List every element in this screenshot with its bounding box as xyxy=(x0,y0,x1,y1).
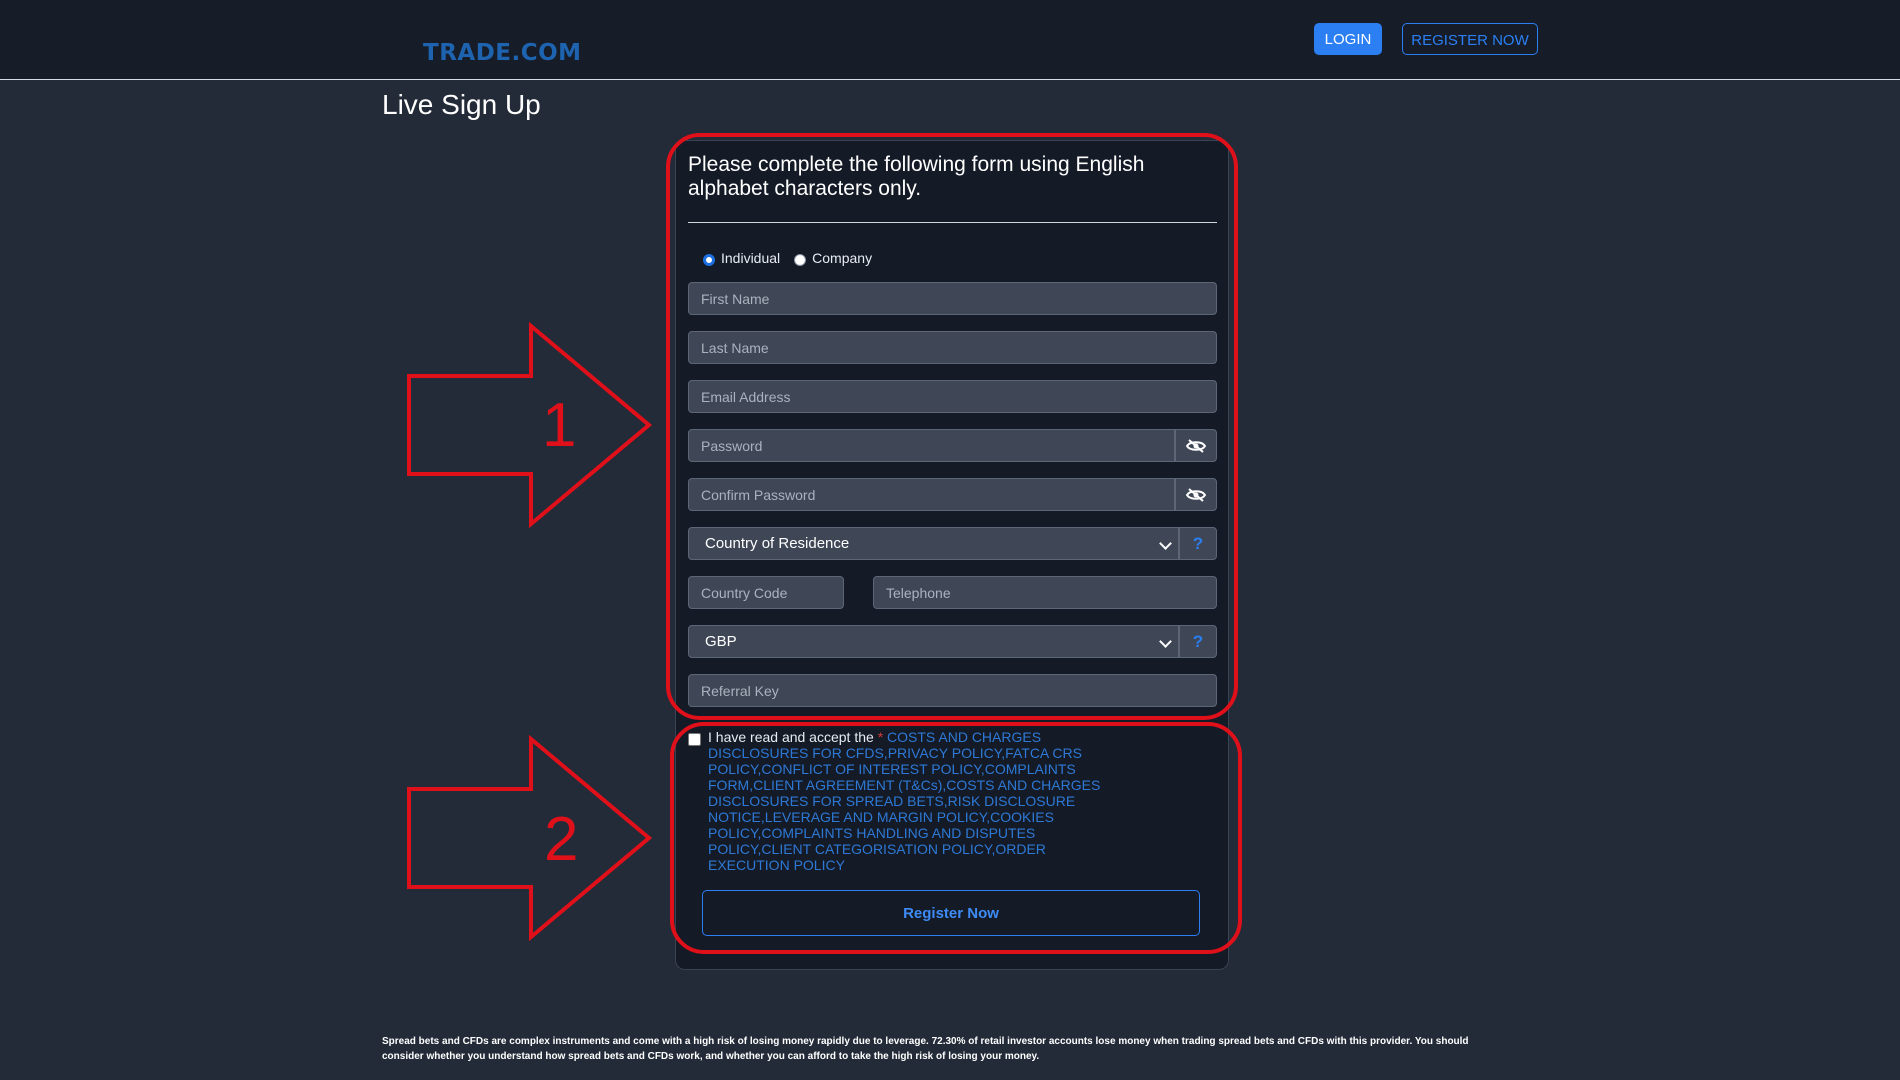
annotation-number-2: 2 xyxy=(544,805,579,874)
risk-warning-footer: Spread bets and CFDs are complex instrum… xyxy=(382,1036,1469,1062)
annotation-box-2 xyxy=(670,722,1242,954)
annotation-number-1: 1 xyxy=(542,391,577,460)
page-title: Live Sign Up xyxy=(382,89,541,120)
register-now-header-button[interactable]: REGISTER NOW xyxy=(1402,23,1538,55)
top-navigation-bar: TRADE.COM LOGIN REGISTER NOW xyxy=(0,0,1900,80)
trade-com-logo[interactable]: TRADE.COM xyxy=(423,40,582,66)
annotation-box-1 xyxy=(666,133,1238,720)
annotation-arrow-2 xyxy=(407,734,653,942)
login-button[interactable]: LOGIN xyxy=(1314,23,1382,55)
annotation-arrow-1 xyxy=(407,321,653,529)
